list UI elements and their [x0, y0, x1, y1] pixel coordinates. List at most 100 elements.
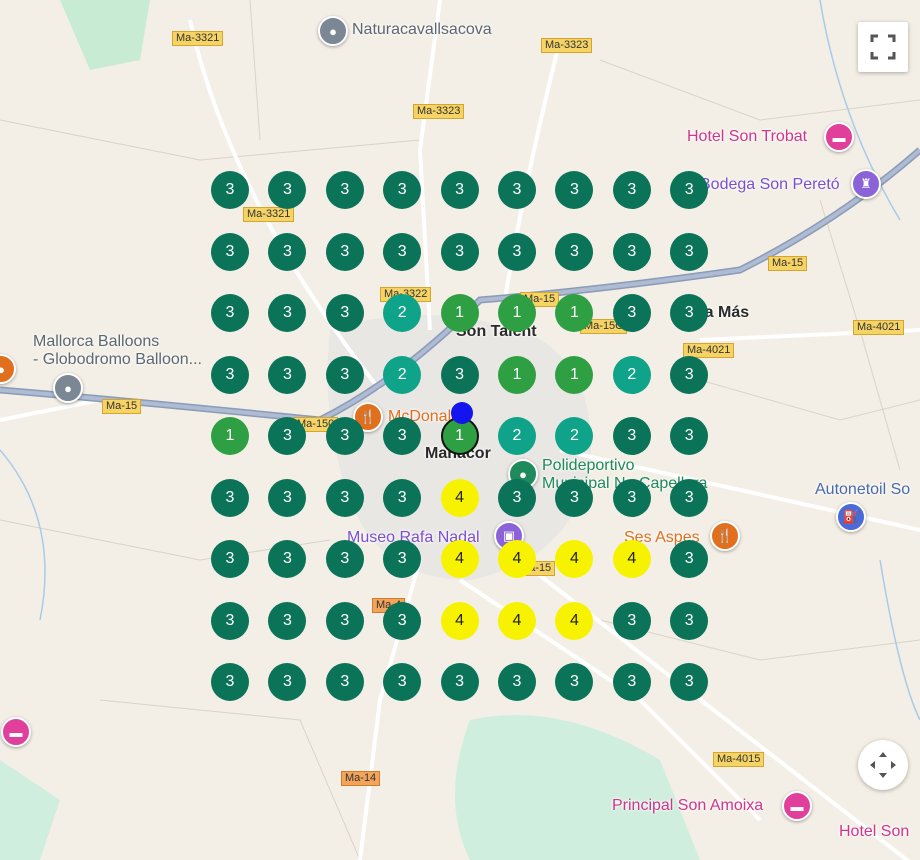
fullscreen-button[interactable] [858, 22, 908, 72]
road-label: Ma-14 [341, 771, 381, 786]
grid-rank-marker[interactable]: 3 [325, 294, 364, 332]
road-label: Ma-3321 [172, 31, 224, 46]
road-label: Ma-4015 [713, 752, 765, 767]
grid-rank-marker[interactable]: 3 [440, 232, 479, 271]
place-label[interactable]: - Globodromo Balloon... [33, 351, 202, 369]
grid-rank-marker[interactable]: 3 [383, 663, 422, 701]
grid-rank-marker[interactable]: 3 [211, 232, 249, 271]
grid-rank-marker[interactable]: 3 [325, 478, 364, 517]
service-pin-icon[interactable]: ⛽ [836, 502, 866, 532]
road-label: Ma-4021 [853, 320, 905, 335]
grid-rank-marker[interactable]: 2 [383, 294, 422, 332]
grid-rank-marker[interactable]: 3 [325, 601, 364, 640]
grid-rank-marker[interactable]: 3 [670, 663, 709, 701]
place-label[interactable]: Hotel Son [839, 823, 909, 841]
grid-rank-marker[interactable]: 3 [383, 601, 422, 640]
restaurant-pin-icon[interactable]: 🍴 [710, 521, 740, 551]
grid-rank-marker[interactable]: 3 [268, 601, 307, 640]
grid-rank-marker[interactable]: 4 [498, 540, 536, 578]
grid-rank-marker[interactable]: 3 [612, 417, 651, 455]
grid-rank-marker[interactable]: 3 [325, 663, 364, 701]
road-label: Ma-3323 [541, 38, 593, 53]
grid-rank-marker[interactable]: 3 [211, 294, 249, 332]
grid-rank-marker[interactable]: 2 [383, 355, 422, 394]
grid-rank-marker[interactable]: 3 [383, 540, 422, 578]
grid-rank-marker[interactable]: 3 [211, 601, 249, 640]
grid-rank-marker[interactable]: 4 [555, 601, 594, 640]
grid-rank-marker[interactable]: 3 [383, 171, 422, 209]
place-pin-icon[interactable]: ● [53, 373, 83, 403]
fullscreen-icon [870, 34, 896, 60]
grid-rank-marker[interactable]: 3 [383, 478, 422, 517]
grid-rank-marker[interactable]: 3 [325, 540, 364, 578]
grid-rank-marker[interactable]: 3 [498, 232, 536, 271]
hotel-pin-icon[interactable]: ▬ [782, 791, 812, 821]
grid-rank-marker[interactable]: 3 [211, 663, 249, 701]
place-label[interactable]: Hotel Son Trobat [687, 128, 807, 146]
grid-rank-marker[interactable]: 3 [612, 663, 651, 701]
grid-rank-marker[interactable]: 3 [440, 663, 479, 701]
grid-rank-marker[interactable]: 3 [670, 540, 709, 578]
grid-rank-marker[interactable]: 3 [612, 171, 651, 209]
grid-rank-marker[interactable]: 3 [612, 294, 651, 332]
grid-rank-marker[interactable]: 3 [670, 355, 709, 394]
grid-rank-marker[interactable]: 4 [612, 540, 651, 578]
hotel-pin-icon[interactable]: ▬ [824, 122, 854, 152]
grid-rank-marker[interactable]: 3 [612, 478, 651, 517]
place-label[interactable]: Bodega Son Peretó [700, 176, 840, 194]
grid-rank-marker[interactable]: 3 [670, 478, 709, 517]
recenter-button[interactable] [858, 740, 908, 790]
place-label[interactable]: Mallorca Balloons [33, 333, 159, 351]
grid-rank-marker[interactable]: 2 [612, 355, 651, 394]
grid-rank-marker[interactable]: 4 [440, 601, 479, 640]
attraction-pin-icon[interactable]: ♜ [851, 169, 881, 199]
place-label[interactable]: Autonetoil So [815, 481, 910, 499]
grid-rank-marker[interactable]: 1 [555, 355, 594, 394]
grid-rank-marker[interactable]: 3 [440, 355, 479, 394]
grid-rank-marker[interactable]: 3 [498, 478, 536, 517]
grid-rank-marker[interactable]: 3 [211, 540, 249, 578]
grid-rank-marker[interactable]: 3 [268, 355, 307, 394]
place-label[interactable]: Polideportivo [542, 457, 635, 475]
grid-rank-marker[interactable]: 3 [612, 232, 651, 271]
grid-rank-marker[interactable]: 1 [440, 294, 479, 332]
grid-rank-marker[interactable]: 1 [211, 417, 249, 455]
grid-rank-marker[interactable]: 3 [670, 232, 709, 271]
grid-rank-marker[interactable]: 4 [440, 478, 479, 517]
grid-rank-marker[interactable]: 3 [612, 601, 651, 640]
grid-rank-marker[interactable]: 3 [670, 601, 709, 640]
grid-rank-marker[interactable]: 3 [383, 232, 422, 271]
grid-rank-marker[interactable]: 3 [383, 417, 422, 455]
recenter-icon [870, 752, 896, 778]
place-label[interactable]: Principal Son Amoixa [612, 797, 763, 815]
grid-rank-marker[interactable]: 3 [670, 417, 709, 455]
grid-rank-marker[interactable]: 1 [498, 294, 536, 332]
grid-rank-marker[interactable]: 3 [268, 478, 307, 517]
grid-rank-marker[interactable]: 2 [498, 417, 536, 455]
grid-rank-marker[interactable]: 3 [555, 478, 594, 517]
grid-rank-marker[interactable]: 3 [498, 171, 536, 209]
grid-rank-marker[interactable]: 3 [325, 171, 364, 209]
grid-rank-marker[interactable]: 3 [325, 355, 364, 394]
grid-rank-marker[interactable]: 3 [211, 355, 249, 394]
grid-rank-marker[interactable]: 3 [440, 171, 479, 209]
road-label: Ma-3323 [413, 104, 465, 119]
grid-rank-marker[interactable]: 3 [670, 294, 709, 332]
grid-rank-marker[interactable]: 4 [498, 601, 536, 640]
road-label: Ma-3321 [243, 207, 295, 222]
grid-rank-marker[interactable]: 3 [211, 478, 249, 517]
location-marker-icon[interactable] [451, 402, 473, 424]
grid-rank-marker[interactable]: 3 [268, 232, 307, 271]
grid-rank-marker[interactable]: 3 [325, 417, 364, 455]
road-label: Ma-15 [768, 256, 808, 271]
grid-rank-marker[interactable]: 3 [325, 232, 364, 271]
grid-rank-marker[interactable]: 3 [211, 171, 249, 209]
place-label[interactable]: Naturacavallsacova [352, 21, 492, 39]
hotel-pin-icon[interactable]: ▬ [1, 717, 31, 747]
grid-rank-marker[interactable]: 3 [555, 232, 594, 271]
grid-rank-marker[interactable]: 3 [670, 171, 709, 209]
grid-rank-marker[interactable]: 4 [440, 540, 479, 578]
grid-rank-marker[interactable]: 3 [498, 663, 536, 701]
grid-rank-marker[interactable]: 1 [498, 355, 536, 394]
place-pin-icon[interactable]: ● [318, 16, 348, 46]
